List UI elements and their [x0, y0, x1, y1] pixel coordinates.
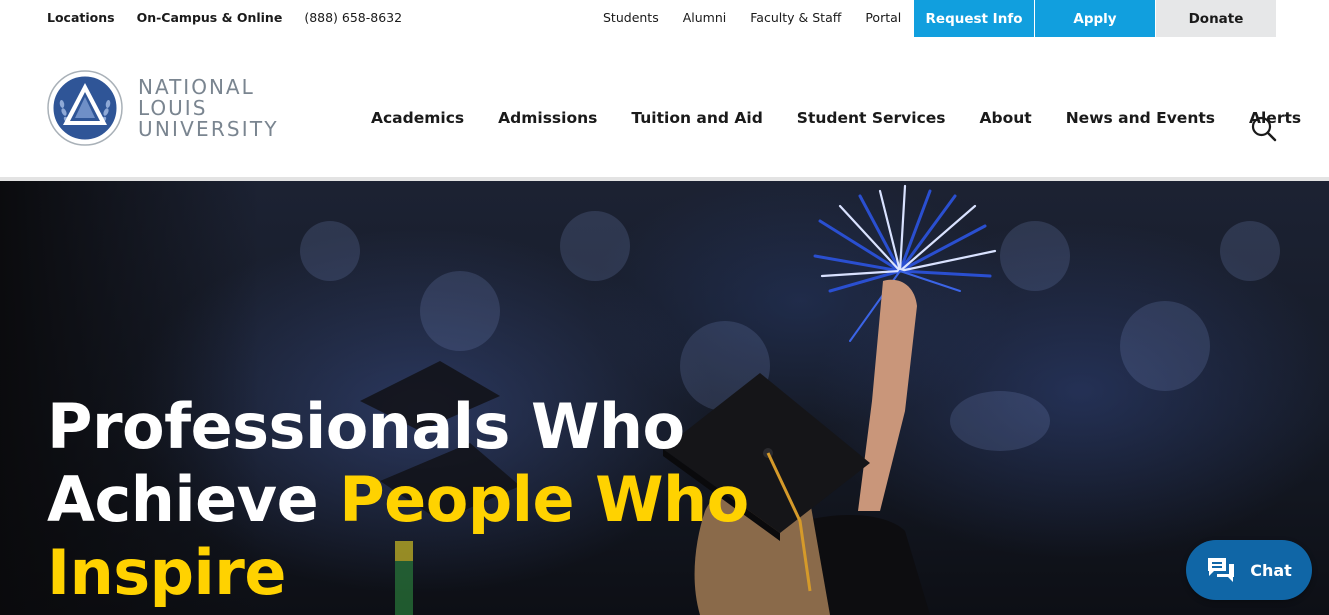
- nav-admissions[interactable]: Admissions: [498, 109, 597, 127]
- students-link[interactable]: Students: [603, 10, 659, 25]
- chat-bubbles-icon: [1208, 558, 1235, 582]
- headline-line-3: Inspire: [47, 536, 286, 609]
- donate-button[interactable]: Donate: [1156, 0, 1276, 37]
- nav-tuition-and-aid[interactable]: Tuition and Aid: [631, 109, 762, 127]
- primary-nav: Academics Admissions Tuition and Aid Stu…: [371, 109, 1329, 127]
- logo-wordmark: NATIONAL LOUIS UNIVERSITY: [138, 74, 279, 141]
- nav-news-and-events[interactable]: News and Events: [1066, 109, 1215, 127]
- search-icon: [1251, 116, 1277, 142]
- faculty-staff-link[interactable]: Faculty & Staff: [750, 10, 841, 25]
- request-info-button[interactable]: Request Info: [914, 0, 1034, 37]
- locations-link[interactable]: Locations: [47, 10, 115, 25]
- headline-achieve: Achieve: [47, 463, 340, 536]
- headline-line-2: Achieve People Who: [47, 463, 749, 536]
- utility-bar: Locations On-Campus & Online (888) 658-8…: [0, 0, 1329, 37]
- utility-audience-links: Students Alumni Faculty & Staff Portal: [603, 0, 901, 34]
- search-button[interactable]: [1251, 116, 1277, 142]
- nav-student-services[interactable]: Student Services: [797, 109, 946, 127]
- nav-academics[interactable]: Academics: [371, 109, 464, 127]
- logo-line-louis: LOUIS: [138, 95, 208, 120]
- headline-people-who: People Who: [339, 463, 749, 536]
- main-header: NATIONAL LOUIS UNIVERSITY Academics Admi…: [0, 37, 1329, 177]
- phone-link[interactable]: (888) 658-8632: [304, 10, 402, 25]
- on-campus-online-link[interactable]: On-Campus & Online: [137, 10, 283, 25]
- alumni-link[interactable]: Alumni: [683, 10, 727, 25]
- logo-line-national: NATIONAL: [138, 74, 255, 99]
- hero-banner: Professionals Who Achieve People Who Ins…: [0, 181, 1329, 615]
- utility-left-links: Locations On-Campus & Online (888) 658-8…: [47, 0, 402, 34]
- portal-link[interactable]: Portal: [865, 10, 901, 25]
- hero-headline: Professionals Who Achieve People Who Ins…: [47, 390, 749, 609]
- headline-line-1: Professionals Who: [47, 390, 685, 463]
- chat-button[interactable]: Chat: [1186, 540, 1312, 600]
- logo-seal-icon: [47, 70, 123, 146]
- university-logo[interactable]: NATIONAL LOUIS UNIVERSITY: [47, 70, 279, 146]
- chat-label: Chat: [1250, 560, 1292, 580]
- logo-line-university: UNIVERSITY: [138, 116, 279, 141]
- apply-button[interactable]: Apply: [1035, 0, 1155, 37]
- nav-about[interactable]: About: [980, 109, 1032, 127]
